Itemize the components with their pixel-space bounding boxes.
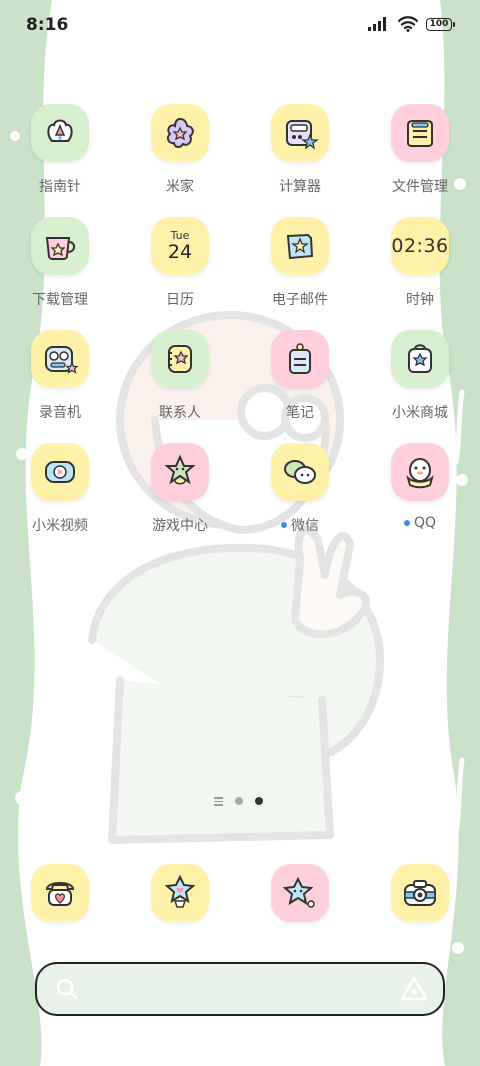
app-grid: 指南针 米家 计算器 文件管理 下载管理 Tue 24 日历 电子邮件 02:3… [0, 104, 480, 556]
page-indicator[interactable] [214, 797, 263, 806]
app-label: 米家 [166, 179, 194, 195]
recorder-icon[interactable] [31, 330, 89, 388]
new-notification-dot [403, 520, 410, 526]
app-label: 小米商城 [392, 405, 448, 421]
dock-camera[interactable] [360, 864, 480, 922]
app-label: 微信 [291, 518, 319, 534]
wechat-icon[interactable] [271, 443, 329, 501]
app-wechat[interactable]: 微信 [240, 443, 360, 556]
search-icon[interactable] [55, 977, 79, 1001]
contacts-icon[interactable] [151, 330, 209, 388]
app-file-manager[interactable]: 文件管理 [360, 104, 480, 217]
status-time: 8:16 [26, 15, 69, 35]
app-label: 游戏中心 [152, 518, 208, 534]
app-label: 笔记 [286, 405, 314, 421]
app-row: 小米视频 游戏中心 微信 QQ [0, 443, 480, 556]
app-recorder[interactable]: 录音机 [0, 330, 120, 443]
dock [0, 864, 480, 922]
app-row: 指南针 米家 计算器 文件管理 [0, 104, 480, 217]
app-label: 小米视频 [32, 518, 88, 534]
file-manager-icon[interactable] [391, 104, 449, 162]
app-label: 录音机 [39, 405, 81, 421]
mi-video-icon[interactable] [31, 443, 89, 501]
qq-icon[interactable] [391, 443, 449, 501]
app-email[interactable]: 电子邮件 [240, 217, 360, 330]
voice-assistant-icon[interactable] [399, 975, 429, 1003]
calendar-date: 24 [167, 241, 193, 263]
app-notes[interactable]: 笔记 [240, 330, 360, 443]
app-mi-store[interactable]: 小米商城 [360, 330, 480, 443]
battery-level: 100 [429, 18, 449, 29]
dock-phone[interactable] [0, 864, 120, 922]
app-label: 联系人 [159, 405, 201, 421]
cellular-signal-icon [368, 17, 386, 31]
app-calculator[interactable]: 计算器 [240, 104, 360, 217]
app-row: 录音机 联系人 笔记 小米商城 [0, 330, 480, 443]
calendar-icon[interactable]: Tue 24 [151, 217, 209, 275]
mi-store-icon[interactable] [391, 330, 449, 388]
clock-time: 02:36 [391, 235, 449, 257]
phone-icon[interactable] [31, 864, 89, 922]
status-bar: 8:16 100 [0, 0, 480, 50]
app-mi-video[interactable]: 小米视频 [0, 443, 120, 556]
email-icon[interactable] [271, 217, 329, 275]
app-mihome[interactable]: 米家 [120, 104, 240, 217]
app-label: 指南针 [39, 179, 81, 195]
app-download-manager[interactable]: 下载管理 [0, 217, 120, 330]
camera-icon[interactable] [391, 864, 449, 922]
app-label: QQ [413, 515, 437, 531]
app-row: 下载管理 Tue 24 日历 电子邮件 02:36 时钟 [0, 217, 480, 330]
battery-icon: 100 [426, 17, 455, 31]
new-notification-dot [281, 522, 287, 528]
app-label: 下载管理 [32, 292, 88, 308]
app-calendar[interactable]: Tue 24 日历 [120, 217, 240, 330]
browser-icon[interactable] [271, 864, 329, 922]
app-label: 电子邮件 [272, 292, 328, 308]
compass-icon[interactable] [31, 104, 89, 162]
app-label: 时钟 [406, 292, 434, 308]
messages-icon[interactable] [151, 864, 209, 922]
app-label: 日历 [166, 292, 194, 308]
page-dot-2[interactable] [255, 797, 263, 806]
app-drawer-indicator[interactable] [214, 797, 223, 806]
calculator-icon[interactable] [271, 104, 329, 162]
calendar-weekday: Tue [170, 229, 190, 242]
app-compass[interactable]: 指南针 [0, 104, 120, 217]
mihome-icon[interactable] [151, 104, 209, 162]
wifi-icon [398, 16, 418, 32]
dock-messages[interactable] [120, 864, 240, 922]
app-label: 文件管理 [392, 179, 448, 195]
search-bar[interactable] [35, 962, 445, 1016]
page-dot-1[interactable] [235, 797, 243, 806]
app-label: 计算器 [279, 179, 321, 195]
status-icons: 100 [368, 16, 455, 32]
app-contacts[interactable]: 联系人 [120, 330, 240, 443]
app-qq[interactable]: QQ [360, 443, 480, 556]
clock-icon[interactable]: 02:36 [391, 217, 449, 275]
dock-browser[interactable] [240, 864, 360, 922]
game-center-icon[interactable] [151, 443, 209, 501]
notes-icon[interactable] [271, 330, 329, 388]
app-game-center[interactable]: 游戏中心 [120, 443, 240, 556]
app-clock[interactable]: 02:36 时钟 [360, 217, 480, 330]
download-manager-icon[interactable] [31, 217, 89, 275]
